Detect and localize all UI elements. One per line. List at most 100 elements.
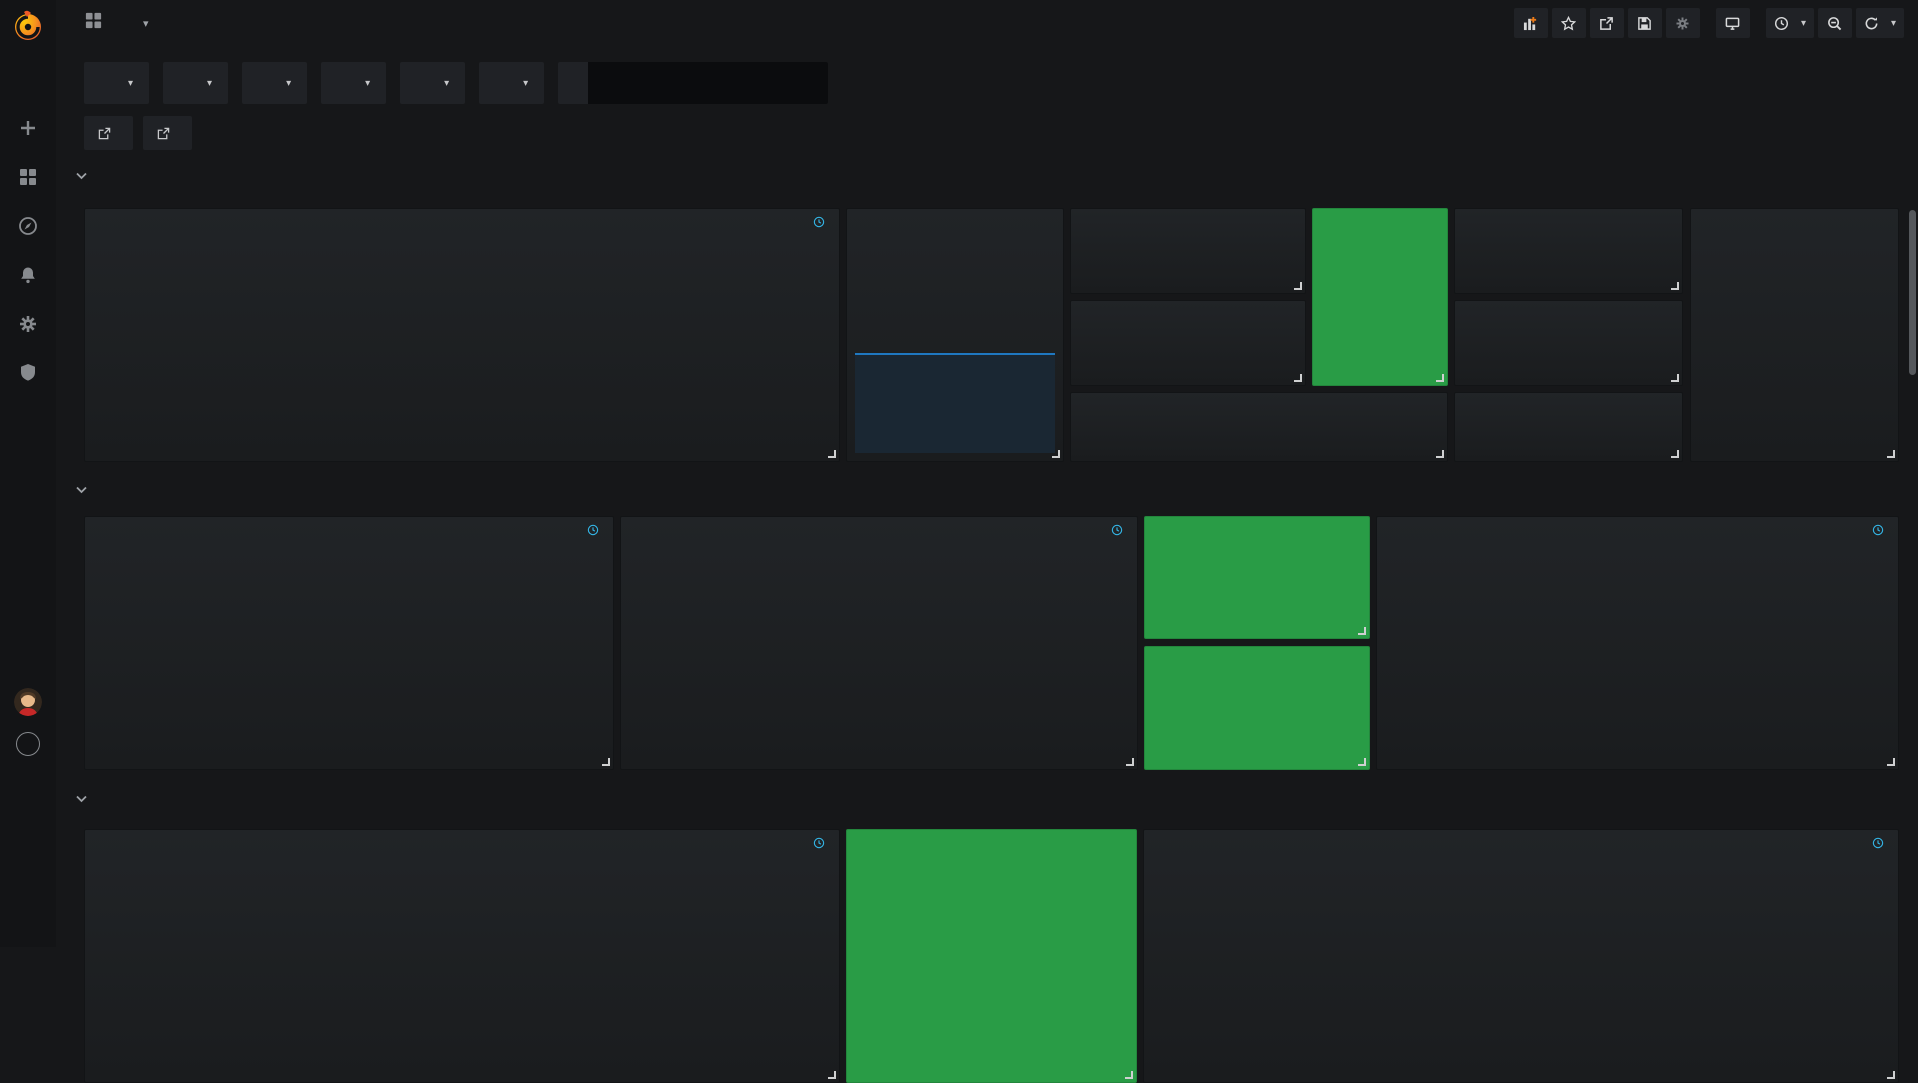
dashboard-grid-icon[interactable] (84, 11, 103, 35)
stat-value[interactable] (1313, 233, 1447, 385)
time-range-picker[interactable]: ▾ (1766, 8, 1814, 38)
cpu-threads-input[interactable] (588, 62, 828, 104)
clock-icon (1111, 524, 1123, 536)
variable-currency[interactable]: ▾ (163, 62, 228, 104)
chevron-down-icon (76, 172, 87, 180)
help-icon[interactable] (16, 732, 40, 756)
add-panel-button[interactable] (1514, 8, 1548, 38)
panel-ups-load (84, 208, 840, 462)
explore-icon[interactable] (16, 214, 40, 238)
cpu-package-chart[interactable] (667, 549, 1123, 703)
cpu1-temp-sparkline (1150, 607, 1364, 633)
zoom-out-button[interactable] (1818, 8, 1852, 38)
panel-memory (1143, 829, 1899, 1083)
chevron-down-icon: ▾ (207, 78, 212, 89)
variable-host[interactable]: ▾ (321, 62, 386, 104)
chevron-down-icon: ▾ (523, 78, 528, 89)
template-variables-row: ▾ ▾ ▾ ▾ ▾ ▾ (84, 62, 828, 104)
create-icon[interactable] (16, 116, 40, 140)
clock-icon (813, 216, 825, 228)
stat-value[interactable] (1455, 419, 1682, 461)
server-admin-shield-icon[interactable] (16, 360, 40, 384)
dashboard-settings-gear-icon[interactable] (1666, 8, 1700, 38)
link-ups-monitoring-guide[interactable] (143, 116, 192, 150)
page-scrollbar[interactable] (1909, 210, 1916, 375)
x-axis (1749, 421, 1836, 437)
variable-kwh-price[interactable]: ▾ (84, 62, 149, 104)
x-axis (667, 705, 1123, 721)
y-axis-left (1691, 247, 1742, 419)
chevron-down-icon: ▾ (1891, 18, 1896, 29)
breadcrumb: ▾ (56, 11, 149, 35)
link-grafana-plex-theme[interactable] (84, 116, 133, 150)
panel-time-override[interactable] (1872, 524, 1888, 536)
panel-time-override[interactable] (1111, 524, 1127, 536)
grafana-logo-icon[interactable] (10, 8, 46, 44)
clock-icon (1872, 524, 1884, 536)
panel-network (84, 829, 840, 1083)
chevron-down-icon (76, 486, 87, 494)
share-button[interactable] (1590, 8, 1624, 38)
chevron-down-icon: ▾ (365, 78, 370, 89)
variable-cpu-threads[interactable] (558, 62, 828, 104)
stat-value[interactable] (847, 910, 1136, 1082)
y-axis-left (1144, 864, 1235, 1058)
star-button[interactable] (1552, 8, 1586, 38)
stat-value[interactable] (1071, 335, 1305, 385)
ups-load-time-bar-chart[interactable] (1749, 247, 1836, 419)
alerting-bell-icon[interactable] (16, 263, 40, 287)
clock-icon (813, 837, 825, 849)
y-axis-left (85, 864, 144, 1058)
panel-ups-runtime (1312, 208, 1448, 386)
x-axis (149, 417, 765, 433)
x-axis (135, 705, 599, 721)
panel-estimated-yearly-cost (1454, 392, 1683, 462)
variable-ups-max-output[interactable]: ▾ (242, 62, 307, 104)
panel-cpu-1 (84, 516, 614, 770)
panel-average-daily-cost (1454, 208, 1683, 294)
stat-value[interactable] (1455, 335, 1682, 385)
panel-time-override[interactable] (587, 524, 603, 536)
configuration-gear-icon[interactable] (16, 312, 40, 336)
stat-value[interactable] (1071, 243, 1305, 293)
cycle-view-monitor-icon[interactable] (1716, 8, 1750, 38)
panel-cpu1-temp (1144, 516, 1370, 639)
cpu2-chart[interactable] (1427, 549, 1884, 703)
section-network-memory[interactable] (76, 795, 95, 803)
variable-ups-datasource[interactable]: ▾ (479, 62, 544, 104)
x-axis (1427, 705, 1884, 721)
panel-time-override[interactable] (813, 216, 829, 228)
y-axis-right (1842, 247, 1898, 419)
panel-ups-load-vs-time-left (1690, 208, 1899, 462)
panel-current-load-kwh (1070, 392, 1448, 462)
panel-this-years-cost (1454, 300, 1683, 386)
panel-cpu2-temp (1144, 646, 1370, 770)
navbar-actions: ▾ ▾ (1514, 8, 1918, 38)
network-chart[interactable] (151, 864, 821, 1058)
panel-ups-battery-charge (846, 208, 1064, 462)
battery-charge-gauge[interactable] (853, 243, 1057, 369)
cpu1-chart[interactable] (135, 549, 599, 703)
dashboard-links-row (84, 116, 192, 150)
stat-value[interactable] (1455, 243, 1682, 293)
stat-value[interactable] (1071, 419, 1447, 461)
chevron-down-icon (76, 795, 87, 803)
refresh-button[interactable]: ▾ (1856, 8, 1904, 38)
save-button[interactable] (1628, 8, 1662, 38)
variable-telegraf-datasource[interactable]: ▾ (400, 62, 465, 104)
chevron-down-icon[interactable]: ▾ (143, 17, 149, 30)
panel-time-override[interactable] (1872, 837, 1888, 849)
panel-time-override[interactable] (813, 837, 829, 849)
panel-current-ups-load (1070, 208, 1306, 294)
dashboards-icon[interactable] (16, 165, 40, 189)
section-cpu-stats[interactable] (76, 486, 95, 494)
chevron-down-icon: ▾ (128, 78, 133, 89)
ups-load-chart[interactable] (149, 243, 765, 415)
chevron-down-icon: ▾ (1801, 18, 1806, 29)
avatar[interactable] (14, 688, 42, 716)
clock-icon (587, 524, 599, 536)
y-axis-left (85, 243, 142, 415)
memory-chart[interactable] (1242, 864, 1626, 1058)
section-ups-stats[interactable] (76, 172, 95, 180)
y-axis-left (1377, 549, 1420, 703)
